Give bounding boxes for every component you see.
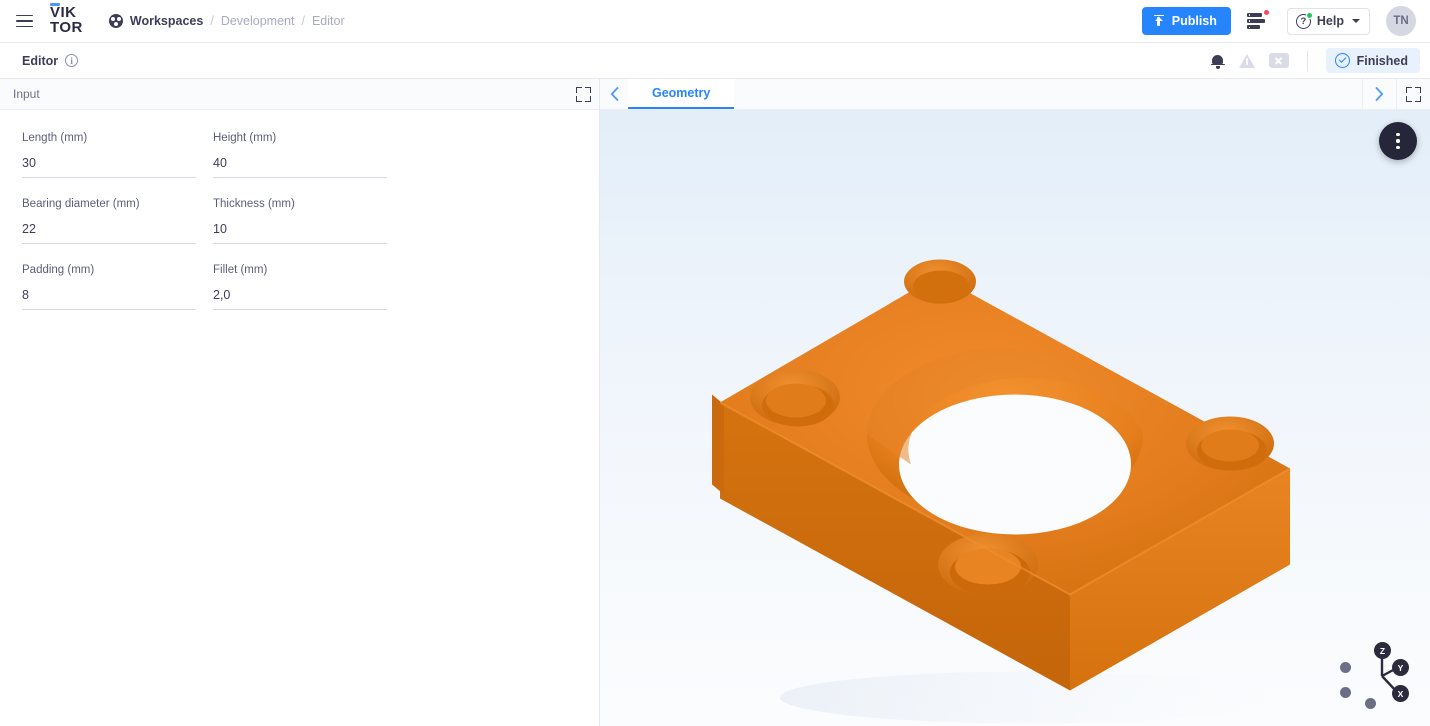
bearing-diameter-input[interactable] (22, 222, 196, 244)
expand-glyph (1406, 86, 1421, 102)
breadcrumb-item-editor[interactable]: Editor (312, 14, 345, 28)
field-fillet: Fillet (mm) (213, 264, 387, 310)
fillet-input[interactable] (213, 288, 387, 310)
tab-bar-actions (1362, 79, 1430, 109)
editor-body: Input Length (mm) Height (mm) Bearing di… (0, 79, 1430, 726)
axis-gizmo-x[interactable]: X (1392, 685, 1409, 702)
field-bearing-diameter: Bearing diameter (mm) (22, 198, 196, 244)
expand-icon[interactable] (576, 86, 591, 102)
breadcrumb-separator: / (210, 14, 214, 28)
axis-gizmo-negative-y[interactable] (1340, 662, 1351, 673)
divider (1306, 50, 1308, 71)
workspaces-icon (108, 14, 123, 28)
input-panel-header: Input (0, 79, 599, 110)
expand-icon[interactable] (1396, 79, 1430, 109)
logo-accent-bar (50, 3, 60, 6)
field-height: Height (mm) (213, 132, 387, 178)
tab-geometry[interactable]: Geometry (628, 79, 735, 109)
bolt-hole (938, 533, 1038, 596)
output-tab-bar: Geometry (600, 79, 1430, 110)
tab-bar-filler (734, 79, 1362, 109)
publish-button-label: Publish (1171, 14, 1217, 28)
help-button-label: Help (1316, 14, 1344, 28)
field-thickness-label: Thickness (mm) (213, 198, 295, 210)
help-status-badge (1305, 11, 1313, 19)
field-length-label: Length (mm) (22, 132, 88, 144)
job-list-row (1246, 25, 1260, 30)
check-circle-icon (1334, 53, 1350, 68)
editor-toolbar: Editor i Finished (0, 43, 1430, 79)
chevron-right-icon[interactable] (1362, 79, 1396, 109)
breadcrumb-item-workspaces[interactable]: Workspaces (130, 14, 203, 28)
padding-input[interactable] (22, 288, 196, 310)
job-list-row (1246, 19, 1265, 23)
breadcrumb-item-development[interactable]: Development (221, 14, 295, 28)
warning-triangle-icon (1238, 53, 1255, 68)
field-padding: Padding (mm) (22, 264, 196, 310)
logo-line-2: TOR (50, 19, 83, 36)
editor-status-icons (1210, 50, 1312, 71)
bolt-hole (1186, 416, 1274, 471)
publish-button[interactable]: Publish (1141, 7, 1231, 35)
top-navigation-bar: VIK TOR Workspaces / Development / Edito… (0, 0, 1430, 43)
field-height-label: Height (mm) (213, 132, 277, 144)
viewport-more-menu-button[interactable] (1379, 122, 1417, 160)
page-title: Editor (22, 53, 59, 68)
axis-gizmo-z[interactable]: Z (1374, 642, 1391, 659)
upload-icon (1153, 14, 1165, 28)
viktor-logo[interactable]: VIK TOR (50, 3, 83, 36)
thickness-input[interactable] (213, 222, 387, 244)
input-panel: Input Length (mm) Height (mm) Bearing di… (0, 79, 600, 726)
chevron-left-icon[interactable] (600, 79, 628, 109)
job-list-icon[interactable] (1246, 9, 1270, 31)
input-panel-title: Input (13, 87, 40, 101)
info-icon[interactable]: i (65, 54, 79, 67)
bell-icon[interactable] (1210, 53, 1225, 69)
job-list-row (1246, 12, 1262, 17)
axis-gizmo-negative-x[interactable] (1340, 687, 1351, 698)
more-vertical-icon-dot (1396, 139, 1400, 143)
status-badge-label: Finished (1356, 53, 1408, 68)
field-padding-label: Padding (mm) (22, 264, 95, 276)
tab-geometry-label: Geometry (652, 86, 711, 100)
field-bearing-diameter-label: Bearing diameter (mm) (22, 198, 140, 210)
job-notification-badge (1262, 9, 1270, 16)
axis-gizmo-y[interactable]: Y (1392, 659, 1409, 676)
editor-app: VIK TOR Workspaces / Development / Edito… (0, 0, 1430, 726)
breadcrumb-separator: / (301, 14, 305, 28)
output-panel: Geometry Z Y X (600, 79, 1430, 726)
bolt-hole (904, 259, 976, 304)
length-input[interactable] (22, 156, 196, 178)
field-thickness: Thickness (mm) (213, 198, 387, 244)
status-badge[interactable]: Finished (1325, 48, 1420, 73)
bearing-block-model (712, 259, 1291, 724)
more-vertical-icon-dot (1396, 132, 1400, 137)
cancel-box-icon (1268, 53, 1289, 68)
help-button[interactable]: ? Help (1286, 7, 1370, 35)
geometry-viewport[interactable]: Z Y X (600, 110, 1430, 726)
chevron-down-icon (1352, 19, 1360, 23)
height-input[interactable] (213, 156, 387, 178)
breadcrumb: Workspaces / Development / Editor (108, 14, 345, 28)
question-circle-icon: ? (1295, 11, 1313, 29)
axis-gizmo[interactable]: Z Y X (1334, 636, 1414, 712)
axis-gizmo-negative-z[interactable] (1365, 698, 1376, 709)
field-length: Length (mm) (22, 132, 196, 178)
hamburger-icon[interactable] (16, 11, 36, 31)
input-form: Length (mm) Height (mm) Bearing diameter… (0, 110, 599, 330)
field-fillet-label: Fillet (mm) (213, 264, 268, 276)
more-vertical-icon-dot (1396, 145, 1400, 150)
avatar[interactable]: TN (1386, 6, 1416, 36)
